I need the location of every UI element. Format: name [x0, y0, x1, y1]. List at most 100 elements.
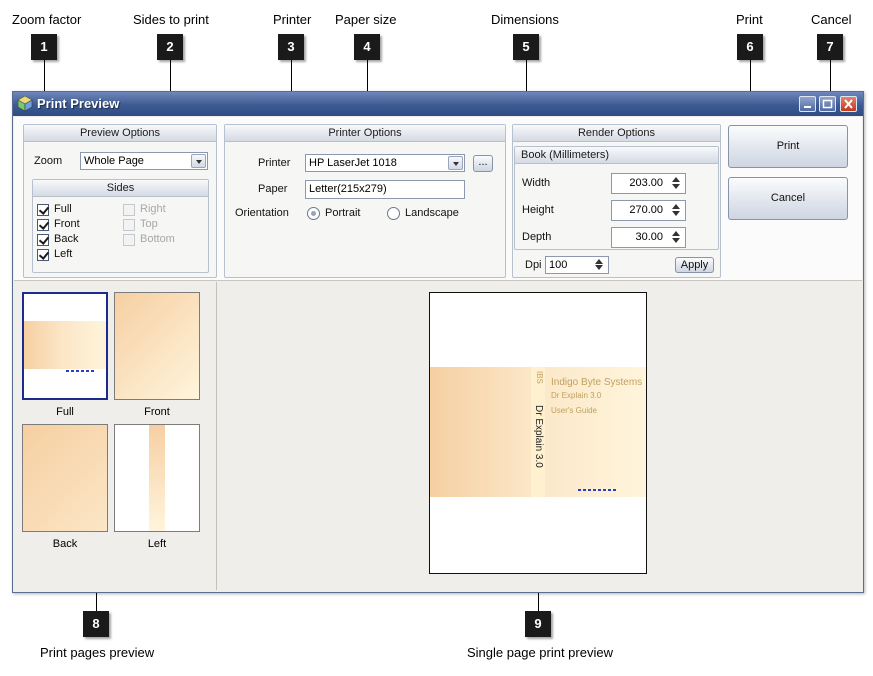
thumbnail-left[interactable]: [114, 424, 200, 532]
thumbnail-left-caption: Left: [147, 538, 167, 550]
height-value: 270.00: [629, 204, 663, 216]
cover-product: Dr Explain 3.0: [551, 391, 602, 400]
width-value: 203.00: [629, 177, 663, 189]
depth-value: 30.00: [635, 231, 663, 243]
render-options-header: Render Options: [513, 125, 720, 142]
side-full-checkbox[interactable]: [37, 204, 49, 216]
portrait-label: Portrait: [325, 207, 361, 219]
side-top-checkbox[interactable]: [123, 219, 135, 231]
cover-subtitle: User's Guide: [551, 406, 597, 415]
height-label: Height: [522, 204, 554, 216]
callout-label-paper-size: Paper size: [335, 12, 397, 27]
chevron-down-icon[interactable]: [191, 154, 206, 168]
app-cube-icon: [17, 95, 33, 112]
paper-field[interactable]: Letter(215x279): [305, 180, 465, 199]
print-pages-preview: Full Front Back Left: [14, 282, 217, 590]
close-icon: [844, 99, 853, 109]
thumbnail-full[interactable]: [22, 292, 108, 400]
width-label: Width: [522, 177, 551, 189]
close-button[interactable]: [840, 96, 857, 112]
sides-group: Sides Full Front Back Left Right Top Bot…: [32, 179, 209, 273]
minimize-icon: [804, 106, 811, 108]
side-right-label: Right: [140, 203, 166, 215]
callout-label-cancel: Cancel: [811, 12, 852, 27]
book-dimensions-group: Book (Millimeters) Width 203.00 Height 2…: [514, 146, 719, 250]
depth-spinner[interactable]: 30.00: [611, 227, 686, 248]
print-button[interactable]: Print: [728, 125, 848, 168]
title-bar: Print Preview: [13, 92, 863, 116]
paper-label: Paper: [258, 183, 288, 195]
side-left-label: Left: [54, 248, 73, 260]
printer-value: HP LaserJet 1018: [309, 157, 397, 169]
callout-label-sides-to-print: Sides to print: [133, 12, 209, 27]
orientation-label: Orientation: [235, 207, 289, 219]
portrait-radio[interactable]: [307, 207, 320, 220]
dpi-value: 100: [549, 259, 568, 271]
side-top-label: Top: [140, 218, 158, 230]
options-panel: Preview Options Zoom Whole Page Sides Fu…: [14, 117, 862, 281]
spine-title: Dr Explain 3.0: [533, 405, 544, 468]
height-spinner[interactable]: 270.00: [611, 200, 686, 221]
printer-label: Printer: [258, 157, 291, 169]
spin-down-icon[interactable]: [593, 264, 606, 272]
side-right-checkbox[interactable]: [123, 204, 135, 216]
callout-label-single-page-preview: Single page print preview: [467, 645, 613, 660]
thumbnail-full-caption: Full: [56, 406, 74, 418]
callout-label-print: Print: [736, 12, 763, 27]
maximize-button[interactable]: [819, 96, 836, 112]
apply-button[interactable]: Apply: [675, 257, 714, 273]
callout-badge-7: 7: [817, 34, 843, 60]
callout-badge-1: 1: [31, 34, 57, 60]
printer-browse-button[interactable]: ...: [473, 155, 493, 172]
callout-badge-6: 6: [737, 34, 763, 60]
preview-options-group: Preview Options Zoom Whole Page Sides Fu…: [23, 124, 217, 278]
landscape-label: Landscape: [405, 207, 459, 219]
landscape-radio[interactable]: [387, 207, 400, 220]
side-bottom-checkbox[interactable]: [123, 234, 135, 246]
book-dimensions-header: Book (Millimeters): [515, 147, 718, 164]
callout-badge-3: 3: [278, 34, 304, 60]
callout-badge-4: 4: [354, 34, 380, 60]
printer-select[interactable]: HP LaserJet 1018: [305, 154, 465, 172]
thumbnail-back[interactable]: [22, 424, 108, 532]
side-full-label: Full: [54, 203, 72, 215]
side-back-checkbox[interactable]: [37, 234, 49, 246]
preview-options-header: Preview Options: [24, 125, 216, 142]
cover-company: Indigo Byte Systems: [551, 377, 643, 388]
preview-area: Full Front Back Left IBS Dr Explain 3.0 …: [14, 282, 862, 590]
zoom-select[interactable]: Whole Page: [80, 152, 208, 170]
chevron-down-icon[interactable]: [448, 156, 463, 170]
spine-logo: IBS: [535, 371, 544, 384]
thumbnail-front[interactable]: [114, 292, 200, 400]
side-front-label: Front: [54, 218, 80, 230]
print-preview-window: Print Preview Preview Options Zoom Whole…: [12, 91, 864, 593]
side-front-checkbox[interactable]: [37, 219, 49, 231]
callout-label-dimensions: Dimensions: [491, 12, 559, 27]
callout-label-printer: Printer: [273, 12, 312, 27]
minimize-button[interactable]: [799, 96, 816, 112]
side-bottom-label: Bottom: [140, 233, 175, 245]
spin-down-icon[interactable]: [670, 183, 683, 191]
thumbnail-spine-art: [149, 425, 165, 531]
render-options-group: Render Options Book (Millimeters) Width …: [512, 124, 721, 278]
callout-label-zoom-factor: Zoom factor: [12, 12, 82, 27]
sides-header: Sides: [33, 180, 208, 197]
side-left-checkbox[interactable]: [37, 249, 49, 261]
thumbnail-front-caption: Front: [144, 406, 170, 418]
dpi-label: Dpi: [525, 259, 542, 271]
width-spinner[interactable]: 203.00: [611, 173, 686, 194]
cancel-button[interactable]: Cancel: [728, 177, 848, 220]
printer-options-group: Printer Options Printer HP LaserJet 1018…: [224, 124, 506, 278]
dpi-spinner[interactable]: 100: [545, 256, 609, 274]
spin-down-icon[interactable]: [670, 210, 683, 218]
side-back-label: Back: [54, 233, 79, 245]
maximize-icon: [822, 99, 833, 109]
spin-down-icon[interactable]: [670, 237, 683, 245]
zoom-label: Zoom: [34, 155, 63, 167]
cover-link-dots: [578, 489, 618, 491]
thumbnail-cover-art: [24, 321, 106, 369]
window-title: Print Preview: [37, 96, 120, 111]
callout-badge-8: 8: [83, 611, 109, 637]
callout-badge-5: 5: [513, 34, 539, 60]
single-page-print-preview: IBS Dr Explain 3.0 Indigo Byte Systems D…: [429, 292, 647, 574]
